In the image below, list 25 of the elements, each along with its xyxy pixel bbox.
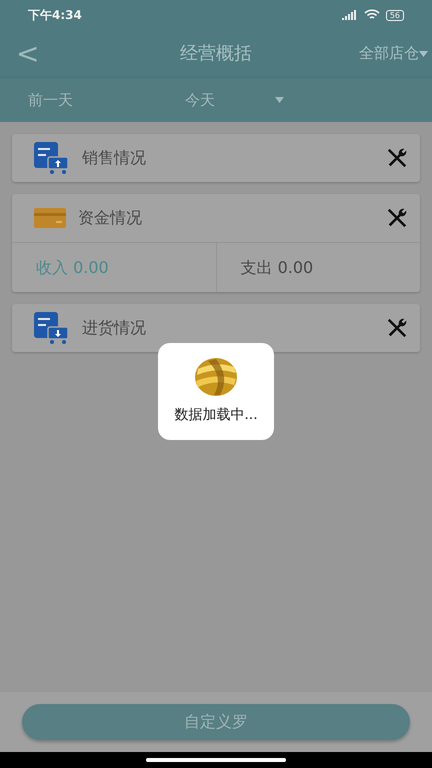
tools-icon[interactable] bbox=[386, 147, 408, 169]
cart-download-icon bbox=[34, 312, 70, 344]
cart-upload-icon bbox=[34, 142, 70, 174]
wifi-icon bbox=[364, 9, 380, 21]
income-amount: 收入 0.00 bbox=[36, 256, 109, 278]
previous-day-button[interactable]: 前一天 bbox=[0, 88, 73, 112]
spinner-globe-icon bbox=[194, 357, 238, 397]
status-time: 下午4:34 bbox=[28, 7, 82, 24]
customize-button[interactable]: 自定义罗 bbox=[22, 704, 410, 740]
section-title[interactable]: 资金情况 bbox=[78, 206, 374, 230]
section-title[interactable]: 销售情况 bbox=[82, 146, 374, 170]
caret-icon bbox=[275, 97, 284, 103]
card-icon bbox=[34, 208, 66, 228]
back-button[interactable]: < bbox=[0, 32, 60, 74]
page-title: 经营概括 bbox=[180, 42, 252, 66]
tools-icon[interactable] bbox=[386, 207, 408, 229]
loading-text: 数据加载中... bbox=[174, 406, 258, 425]
section-title[interactable]: 进货情况 bbox=[82, 316, 374, 340]
expense-amount: 支出 0.00 bbox=[240, 256, 314, 278]
caret-icon bbox=[419, 50, 428, 56]
date-dropdown[interactable]: 今天 bbox=[185, 88, 284, 112]
tools-icon[interactable] bbox=[386, 317, 408, 339]
signal-icon bbox=[342, 10, 358, 20]
battery-indicator: 56 bbox=[386, 10, 404, 20]
store-filter-dropdown[interactable]: 全部店仓 bbox=[359, 42, 432, 65]
